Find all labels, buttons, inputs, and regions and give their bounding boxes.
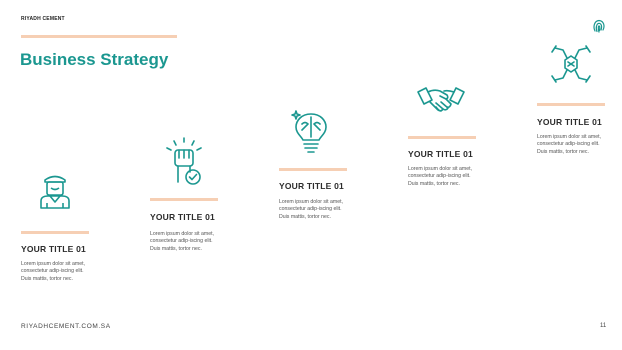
page-number: 11 <box>600 323 607 329</box>
step-title: YOUR TITLE 01 <box>150 212 215 222</box>
fingerprint-logo-icon <box>593 19 605 33</box>
team-hands-icon <box>551 45 591 83</box>
step-title: YOUR TITLE 01 <box>21 244 86 254</box>
slide: RIYADH CEMENT Business Strategy YOUR TIT… <box>0 0 622 350</box>
step-accent-bar <box>279 168 347 171</box>
step-title: YOUR TITLE 01 <box>279 181 344 191</box>
step-description: Lorem ipsum dolor sit amet, consectetur … <box>279 199 344 220</box>
brand-name: RIYADH CEMENT <box>21 16 65 22</box>
step-accent-bar <box>408 136 476 139</box>
step-description: Lorem ipsum dolor sit amet, consectetur … <box>537 134 602 155</box>
title-accent-bar <box>21 35 177 38</box>
brain-bulb-icon <box>291 110 327 153</box>
step-accent-bar <box>537 103 605 106</box>
step-title: YOUR TITLE 01 <box>408 149 473 159</box>
footer-website: RIYADHCEMENT.COM.SA <box>21 323 111 330</box>
handshake-icon <box>417 87 465 112</box>
step-description: Lorem ipsum dolor sit amet, consectetur … <box>21 261 86 282</box>
step-description: Lorem ipsum dolor sit amet, consectetur … <box>408 166 473 187</box>
raised-fist-check-icon <box>166 137 202 185</box>
step-description: Lorem ipsum dolor sit amet, consectetur … <box>150 231 215 252</box>
worker-icon <box>40 175 70 209</box>
step-accent-bar <box>150 198 218 201</box>
step-title: YOUR TITLE 01 <box>537 117 602 127</box>
page-title: Business Strategy <box>20 50 169 69</box>
step-accent-bar <box>21 231 89 234</box>
